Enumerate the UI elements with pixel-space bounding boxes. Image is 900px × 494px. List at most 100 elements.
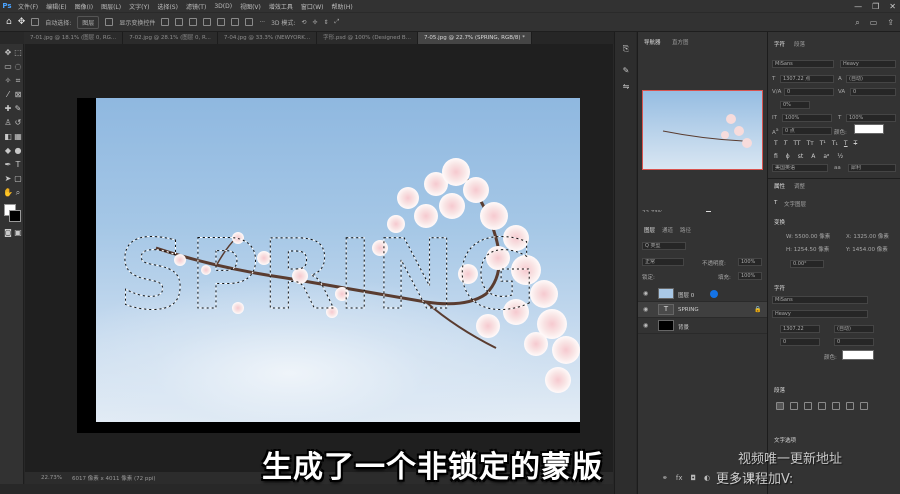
transform-angle[interactable]: 0.00° [790,260,824,268]
baseline-shift-input[interactable]: 0 点 [782,127,832,135]
ordinal-icon[interactable]: aᵃ [823,153,829,160]
tsume-input[interactable]: 0% [780,101,810,109]
add-mask-icon[interactable]: ◘ [690,474,696,486]
menu-image[interactable]: 图像(I) [71,2,97,11]
transform-y[interactable]: Y: 1454.00 像素 [846,245,888,253]
more-options-icon[interactable]: ··· [259,19,265,26]
transform-w[interactable]: W: 5500.00 像素 [786,232,830,240]
properties-leading-input[interactable]: (自动) [834,325,874,333]
zoom-tool-icon[interactable]: ⌕ [13,188,23,198]
3d-scale-icon[interactable]: ⤢ [335,18,340,26]
tab-doc-4[interactable]: 字形.psd @ 100% (Designed B... [317,32,418,44]
transform-section[interactable]: 变换 [774,218,785,226]
tab-navigator[interactable]: 导航器 [644,38,661,46]
visibility-eye-icon[interactable]: ◉ [643,306,648,313]
type-tool-icon[interactable]: T [13,160,23,170]
justify-right-icon[interactable] [846,402,854,410]
fraction-icon[interactable]: ½ [837,153,843,160]
path-select-icon[interactable]: ➤ [3,174,13,184]
tab-channels[interactable]: 通道 [662,226,673,234]
auto-select-target[interactable]: 图层 [77,15,100,29]
brush-tool-icon[interactable]: ✎ [13,104,23,114]
menu-layer[interactable]: 图层(L) [97,2,125,11]
document-photo-layer[interactable]: SPRING SPRING [96,98,580,422]
menu-3d[interactable]: 3D(D) [210,3,236,10]
shape-tool-icon[interactable]: ▢ [13,174,23,184]
ligature-icon[interactable]: fi [774,153,778,160]
tab-character[interactable]: 字符 [774,40,785,48]
align-center-icon[interactable] [175,18,184,26]
justify-center-icon[interactable] [832,402,840,410]
text-options-section[interactable]: 文字选项 [774,436,796,444]
tab-histogram[interactable]: 直方图 [672,38,689,46]
adjustment-layer-icon[interactable]: ◐ [704,474,710,486]
blend-mode-select[interactable]: 正常 [642,258,684,266]
justify-left-icon[interactable] [818,402,826,410]
anti-alias-select[interactable]: 犀利 [848,164,896,172]
tab-paragraph[interactable]: 段落 [794,40,805,48]
menu-filter[interactable]: 滤镜(T) [182,2,210,11]
align-left-icon[interactable] [161,18,170,26]
fx-icon[interactable]: fx [676,474,683,486]
properties-character-section[interactable]: 字符 [774,284,785,292]
artboard-tool-icon[interactable]: ⬚ [13,48,23,58]
align-bottom-icon[interactable] [231,18,240,26]
properties-font-select[interactable]: MiSans [772,296,868,304]
menu-help[interactable]: 帮助(H) [328,2,357,11]
adjust-panel-icon[interactable]: ⇋ [621,82,631,92]
brush-settings-icon[interactable]: ✎ [621,66,631,76]
superscript-icon[interactable]: T¹ [820,140,826,147]
pen-tool-icon[interactable]: ✒ [3,160,13,170]
move-tool-icon[interactable]: ✥ [18,17,26,27]
visibility-eye-icon[interactable]: ◉ [643,322,648,329]
home-icon[interactable]: ⌂ [6,17,12,27]
properties-tracking-input[interactable]: 0 [834,338,874,346]
faux-bold-icon[interactable]: T [774,140,778,147]
status-zoom[interactable]: 22.73% [41,475,62,481]
close-icon[interactable]: ✕ [889,2,896,11]
layer-row-image[interactable]: ◉ 图层 0 [638,286,768,302]
fill-input[interactable]: 100% [738,272,762,280]
workspace-icon[interactable]: ▭ [870,18,878,28]
auto-select-checkbox[interactable] [31,18,40,26]
quick-mask-icon[interactable]: ◙ [3,228,13,238]
font-family-select[interactable]: MiSans [772,60,834,68]
layer-row-text[interactable]: ◉ T SPRING 🔒 [638,302,768,318]
link-layers-icon[interactable]: ⚭ [662,474,668,486]
navigator-preview[interactable] [642,90,763,170]
lasso-tool-icon[interactable]: ◌ [13,62,23,72]
properties-kerning-input[interactable]: 0 [780,338,820,346]
minimize-icon[interactable]: — [854,2,862,11]
history-brush-icon[interactable]: ↺ [13,118,23,128]
move-tool-icon[interactable]: ✥ [3,48,13,58]
menu-window[interactable]: 窗口(W) [297,2,328,11]
transform-h[interactable]: H: 1254.50 像素 [786,245,829,253]
font-style-select[interactable]: Heavy [840,60,896,68]
horizontal-scale-input[interactable]: 100% [846,114,896,122]
properties-paragraph-section[interactable]: 段落 [774,386,785,394]
faux-italic-icon[interactable]: T [784,140,788,147]
layer-row-background[interactable]: ◉ 背景 [638,318,768,334]
tab-paths[interactable]: 路径 [680,226,691,234]
align-text-left-icon[interactable] [776,402,784,410]
3d-pan-icon[interactable]: ✢ [312,19,317,26]
blur-tool-icon[interactable]: ◆ [3,146,13,156]
font-size-input[interactable]: 1307.22 点 [780,75,834,83]
healing-brush-icon[interactable]: ✚ [3,104,13,114]
gradient-icon[interactable]: ▦ [13,132,23,142]
align-text-center-icon[interactable] [790,402,798,410]
align-middle-icon[interactable] [217,18,226,26]
properties-style-select[interactable]: Heavy [772,310,868,318]
tab-properties[interactable]: 属性 [774,182,785,190]
visibility-eye-icon[interactable]: ◉ [643,290,648,297]
text-color-swatch[interactable] [854,124,884,134]
dodge-tool-icon[interactable]: ● [13,146,23,156]
menu-view[interactable]: 视图(V) [236,2,265,11]
background-color-swatch[interactable] [9,210,21,222]
history-panel-icon[interactable]: ⎘ [621,44,631,54]
subscript-icon[interactable]: T₁ [832,140,838,147]
leading-input[interactable]: (自动) [846,75,896,83]
oldstyle-icon[interactable]: ϕ [786,153,790,160]
menu-file[interactable]: 文件(F) [14,2,42,11]
menu-plugins[interactable]: 增效工具 [265,2,297,11]
